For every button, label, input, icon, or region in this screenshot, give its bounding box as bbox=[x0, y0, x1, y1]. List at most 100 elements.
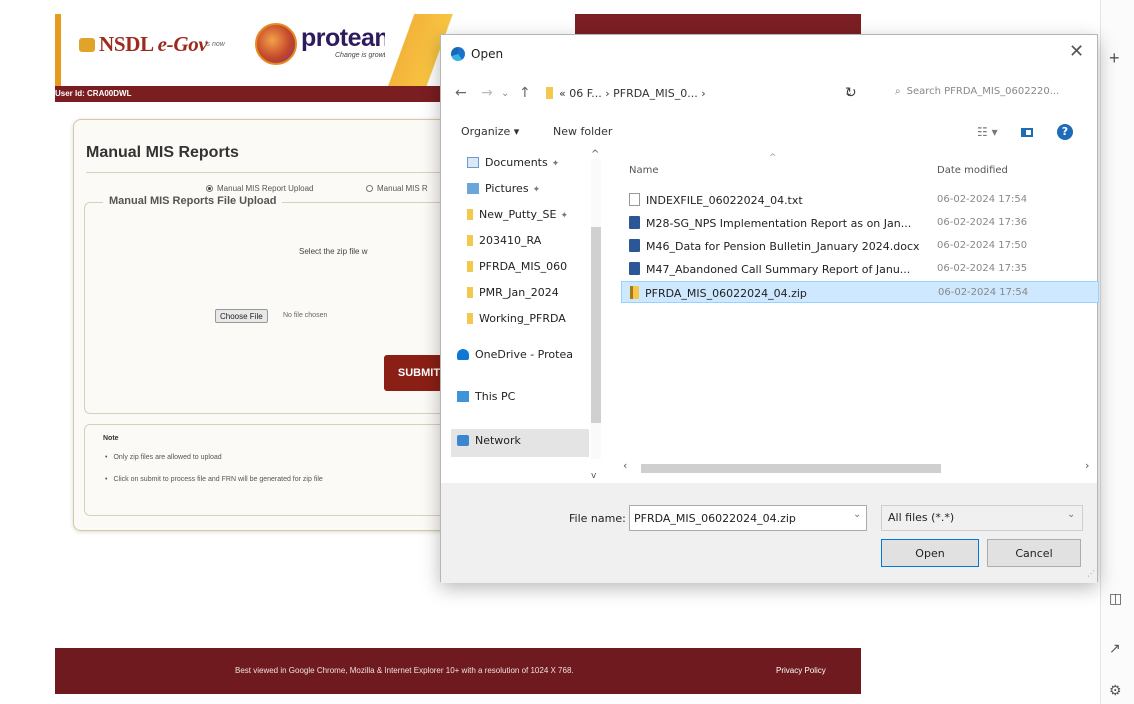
radio-manual-other[interactable]: Manual MIS R bbox=[366, 184, 428, 193]
nav-item-working-pfrda[interactable]: Working_PFRDA bbox=[467, 309, 593, 331]
column-header-date-modified[interactable]: Date modified bbox=[937, 165, 1008, 176]
nav-item-pictures[interactable]: Pictures ✦ bbox=[467, 179, 593, 201]
this-pc-icon bbox=[457, 391, 469, 402]
nav-item-this-pc[interactable]: This PC bbox=[457, 387, 583, 409]
nsdl-logo: NSDL e-Gov bbox=[79, 32, 208, 57]
file-name-input[interactable] bbox=[629, 505, 867, 531]
view-options-icon[interactable]: ☷ ▾ bbox=[977, 125, 998, 139]
sort-caret-icon: ^ bbox=[769, 153, 777, 163]
file-date: 06-02-2024 17:54 bbox=[938, 287, 1029, 298]
forward-arrow-icon[interactable]: → bbox=[481, 85, 493, 101]
nav-item-new-putty[interactable]: New_Putty_SE ✦ bbox=[467, 205, 593, 227]
gear-icon[interactable]: ⚙ bbox=[1109, 682, 1122, 699]
scroll-down-icon[interactable]: v bbox=[591, 471, 596, 481]
scroll-left-icon[interactable]: ‹ bbox=[623, 459, 627, 472]
browser-app-icon bbox=[451, 47, 465, 61]
nav-scrollbar-thumb[interactable] bbox=[591, 227, 601, 423]
split-screen-icon[interactable]: ◫ bbox=[1109, 590, 1122, 607]
nav-item-label: Working_PFRDA bbox=[479, 312, 566, 325]
new-folder-button[interactable]: New folder bbox=[553, 125, 612, 138]
folder-icon bbox=[467, 235, 473, 246]
file-name-cell[interactable]: M46_Data for Pension Bulletin_January 20… bbox=[629, 239, 929, 253]
recent-locations-icon[interactable]: ⌄ bbox=[501, 88, 509, 99]
file-name-cell[interactable]: PFRDA_MIS_06022024_04.zip bbox=[630, 286, 930, 300]
refresh-icon[interactable]: ↻ bbox=[845, 85, 857, 101]
nsdl-brand-text: NSDL bbox=[99, 32, 153, 56]
file-row[interactable]: M46_Data for Pension Bulletin_January 20… bbox=[621, 235, 1099, 257]
word-file-icon bbox=[629, 239, 640, 252]
file-row[interactable]: INDEXFILE_06022024_04.txt 06-02-2024 17:… bbox=[621, 189, 1099, 211]
chevron-down-icon[interactable]: ⌄ bbox=[853, 509, 861, 520]
pin-icon: ✦ bbox=[551, 159, 560, 169]
mis-reports-panel: Manual MIS Reports Manual MIS Report Upl… bbox=[73, 119, 494, 531]
horizontal-scrollbar-thumb[interactable] bbox=[641, 464, 941, 473]
file-name-cell[interactable]: INDEXFILE_06022024_04.txt bbox=[629, 193, 929, 207]
nsdl-logo-icon bbox=[79, 38, 95, 52]
organize-button[interactable]: Organize ▾ bbox=[461, 125, 519, 138]
privacy-policy-link[interactable]: Privacy Policy bbox=[776, 666, 826, 675]
folder-icon bbox=[546, 87, 553, 99]
address-bar[interactable]: « 06 F... › PFRDA_MIS_0... › ⌄ bbox=[537, 81, 871, 105]
nav-item-documents[interactable]: Documents ✦ bbox=[467, 153, 593, 175]
close-icon[interactable]: ✕ bbox=[1069, 41, 1084, 62]
up-arrow-icon[interactable]: ↑ bbox=[519, 85, 531, 101]
file-date: 06-02-2024 17:50 bbox=[937, 240, 1028, 251]
file-row-selected[interactable]: PFRDA_MIS_06022024_04.zip 06-02-2024 17:… bbox=[621, 281, 1099, 303]
pin-icon: ✦ bbox=[532, 185, 541, 195]
radio-unchecked-icon[interactable] bbox=[366, 185, 373, 192]
navigation-pane: Documents ✦ Pictures ✦ New_Putty_SE ✦ 20341… bbox=[441, 149, 603, 483]
file-date: 06-02-2024 17:54 bbox=[937, 194, 1028, 205]
back-arrow-icon[interactable]: ← bbox=[455, 85, 467, 101]
file-type-select[interactable]: All files (*.*) bbox=[881, 505, 1083, 531]
word-file-icon bbox=[629, 262, 640, 275]
documents-icon bbox=[467, 157, 479, 168]
folder-icon bbox=[467, 261, 473, 272]
nav-item-onedrive[interactable]: OneDrive - Protea bbox=[457, 345, 583, 367]
file-row[interactable]: M28-SG_NPS Implementation Report as on J… bbox=[621, 212, 1099, 234]
open-button[interactable]: Open bbox=[881, 539, 979, 567]
search-input[interactable]: ⌕ Search PFRDA_MIS_0602220... bbox=[889, 81, 1093, 105]
resize-grip-icon[interactable]: ⋰ bbox=[1087, 569, 1095, 578]
page-footer: Best viewed in Google Chrome, Mozilla & … bbox=[55, 648, 861, 694]
file-name-cell[interactable]: M47_Abandoned Call Summary Report of Jan… bbox=[629, 262, 929, 276]
choose-file-button[interactable]: Choose File bbox=[215, 309, 268, 323]
folder-icon bbox=[467, 287, 473, 298]
search-placeholder: Search PFRDA_MIS_0602220... bbox=[906, 86, 1060, 97]
radio-other-label: Manual MIS R bbox=[377, 184, 428, 193]
nav-item-203410-ra[interactable]: 203410_RA bbox=[467, 231, 593, 253]
add-icon[interactable]: + bbox=[1109, 48, 1120, 69]
column-header-name[interactable]: Name bbox=[629, 165, 659, 176]
open-file-dialog: Open ✕ ← → ⌄ ↑ « 06 F... › PFRDA_MIS_0..… bbox=[440, 34, 1099, 583]
text-file-icon bbox=[629, 193, 640, 206]
nav-item-pfrda-mis[interactable]: PFRDA_MIS_060 bbox=[467, 257, 593, 279]
chevron-down-icon[interactable]: ⌄ bbox=[1067, 509, 1075, 520]
file-name-cell[interactable]: M28-SG_NPS Implementation Report as on J… bbox=[629, 216, 929, 230]
note-item: Click on submit to process file and FRN … bbox=[105, 476, 322, 483]
file-list-pane: ^ Name Date modified INDEXFILE_06022024_… bbox=[621, 153, 1099, 483]
nav-item-pmr-jan[interactable]: PMR_Jan_2024 bbox=[467, 283, 593, 305]
file-name-label: File name: bbox=[569, 512, 626, 525]
header-accent-bar bbox=[55, 14, 61, 86]
cancel-button[interactable]: Cancel bbox=[987, 539, 1081, 567]
scroll-up-icon[interactable]: ^ bbox=[591, 149, 599, 160]
preview-pane-icon[interactable] bbox=[1021, 128, 1033, 137]
file-name: M47_Abandoned Call Summary Report of Jan… bbox=[646, 263, 911, 276]
onedrive-icon bbox=[457, 349, 469, 360]
radio-checked-icon[interactable] bbox=[206, 185, 213, 192]
pin-icon: ✦ bbox=[560, 211, 569, 221]
open-external-icon[interactable]: ↗ bbox=[1109, 640, 1121, 657]
note-item: Only zip files are allowed to upload bbox=[105, 454, 221, 461]
file-row[interactable]: M47_Abandoned Call Summary Report of Jan… bbox=[621, 258, 1099, 280]
protean-name: protean bbox=[301, 24, 390, 52]
dialog-titlebar: Open ✕ bbox=[441, 35, 1097, 75]
scroll-right-icon[interactable]: › bbox=[1085, 459, 1089, 472]
dialog-bottom-bar: File name: ⌄ All files (*.*) ⌄ Open Canc… bbox=[441, 483, 1097, 583]
horizontal-scrollbar[interactable]: ‹ › bbox=[621, 459, 1099, 475]
nav-item-label: This PC bbox=[475, 390, 516, 403]
nav-item-network[interactable]: Network bbox=[457, 431, 583, 453]
no-file-label: No file chosen bbox=[283, 312, 328, 319]
help-icon[interactable]: ? bbox=[1057, 124, 1073, 140]
note-heading: Note bbox=[103, 435, 119, 442]
address-path[interactable]: « 06 F... › PFRDA_MIS_0... › bbox=[559, 87, 706, 100]
radio-manual-upload[interactable]: Manual MIS Report Upload bbox=[206, 184, 314, 193]
